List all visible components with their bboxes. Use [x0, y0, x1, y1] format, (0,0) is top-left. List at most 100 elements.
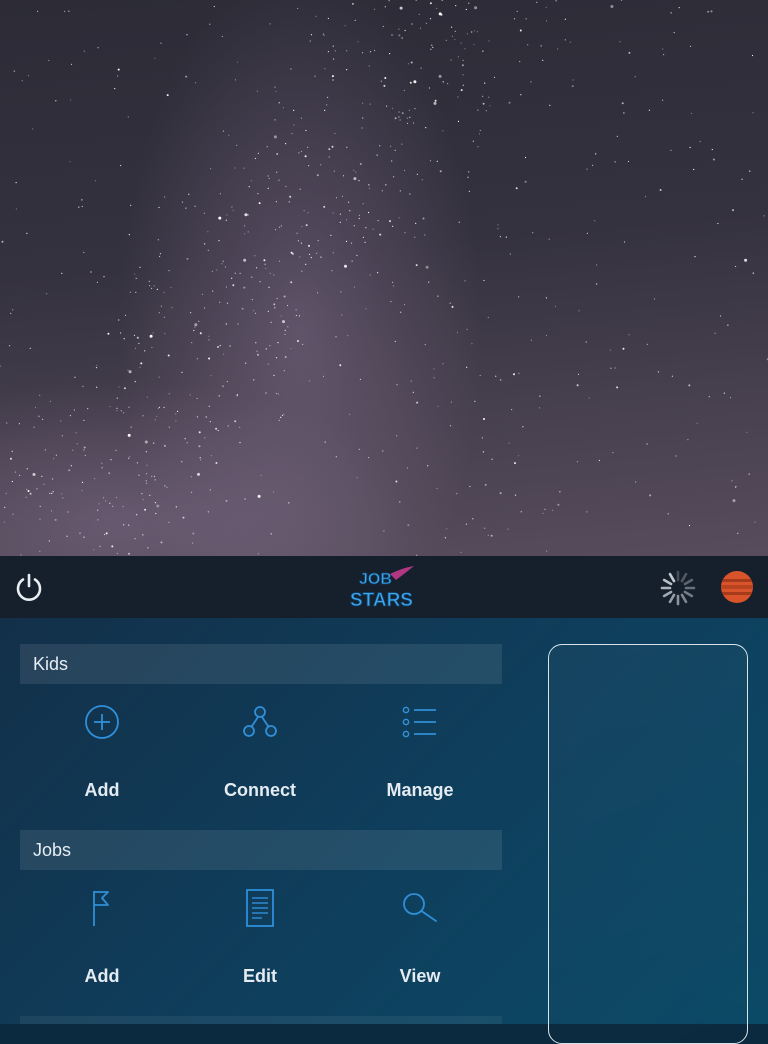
star [72, 449, 74, 451]
star [273, 374, 275, 377]
star [763, 215, 765, 217]
star [209, 23, 211, 25]
star [340, 291, 342, 293]
star [545, 297, 548, 299]
star [210, 375, 212, 377]
star [96, 281, 98, 283]
spinner-tick [668, 572, 676, 583]
star [297, 240, 299, 242]
star [619, 41, 621, 43]
star [729, 397, 732, 399]
star [393, 176, 395, 178]
kids-manage-button[interactable]: Manage [350, 702, 490, 812]
star [39, 518, 41, 520]
star [569, 41, 571, 43]
jobs-add-button[interactable]: Add [32, 888, 172, 998]
star [128, 370, 132, 374]
star [93, 549, 95, 551]
star [418, 13, 420, 15]
star [164, 196, 166, 198]
star [12, 513, 14, 515]
star [225, 323, 227, 325]
jobs-edit-button[interactable]: Edit [190, 888, 330, 998]
star [522, 426, 524, 428]
star [226, 214, 228, 216]
star [101, 467, 103, 469]
star [696, 422, 698, 424]
star [487, 534, 489, 537]
star [267, 363, 269, 365]
star [231, 206, 233, 208]
power-button[interactable] [13, 571, 45, 603]
star [135, 277, 137, 279]
star [376, 154, 378, 156]
star [11, 450, 13, 452]
star [186, 442, 188, 444]
star [166, 486, 168, 488]
star [577, 373, 580, 375]
star [83, 419, 85, 421]
star [598, 459, 601, 462]
star [160, 541, 163, 544]
star [369, 274, 371, 276]
star [438, 74, 442, 78]
star [399, 6, 403, 10]
star [483, 279, 485, 282]
star [431, 44, 433, 46]
star [659, 189, 662, 191]
star [310, 34, 313, 36]
kids-connect-button[interactable]: Connect [190, 702, 330, 812]
planet-button[interactable] [720, 570, 754, 604]
star [389, 220, 391, 223]
star [156, 288, 158, 290]
star [254, 255, 256, 257]
star [26, 232, 28, 234]
star [433, 377, 435, 379]
star [484, 527, 486, 529]
jobs-view-button[interactable]: View [350, 888, 490, 998]
star [139, 366, 141, 368]
kids-add-button[interactable]: Add [32, 702, 172, 812]
star [545, 6, 547, 8]
star [324, 68, 326, 70]
star [300, 117, 303, 119]
star [362, 52, 364, 54]
star [46, 293, 48, 295]
star [549, 104, 551, 106]
star [61, 493, 63, 495]
star [210, 168, 212, 170]
star [407, 63, 409, 65]
star [284, 329, 286, 331]
star [398, 116, 400, 118]
star [400, 311, 402, 313]
star [622, 347, 625, 350]
star [478, 133, 480, 135]
star [134, 538, 136, 540]
star [460, 42, 462, 44]
star [224, 266, 226, 268]
star [350, 242, 353, 244]
star [482, 102, 485, 105]
star [257, 152, 259, 154]
star [175, 506, 177, 508]
star [348, 201, 350, 203]
star [298, 315, 301, 317]
star [465, 523, 467, 525]
star [228, 134, 230, 136]
star [130, 204, 132, 206]
action-label: Edit [243, 966, 277, 986]
star [192, 532, 195, 535]
star [616, 135, 618, 137]
star [469, 485, 471, 488]
star [234, 79, 237, 81]
star [327, 51, 329, 53]
star [52, 478, 54, 480]
star [644, 195, 647, 198]
star [168, 393, 170, 395]
star [42, 418, 44, 420]
star [234, 167, 236, 169]
star [455, 5, 457, 7]
star [404, 232, 406, 234]
star [399, 501, 401, 503]
star [280, 225, 282, 227]
